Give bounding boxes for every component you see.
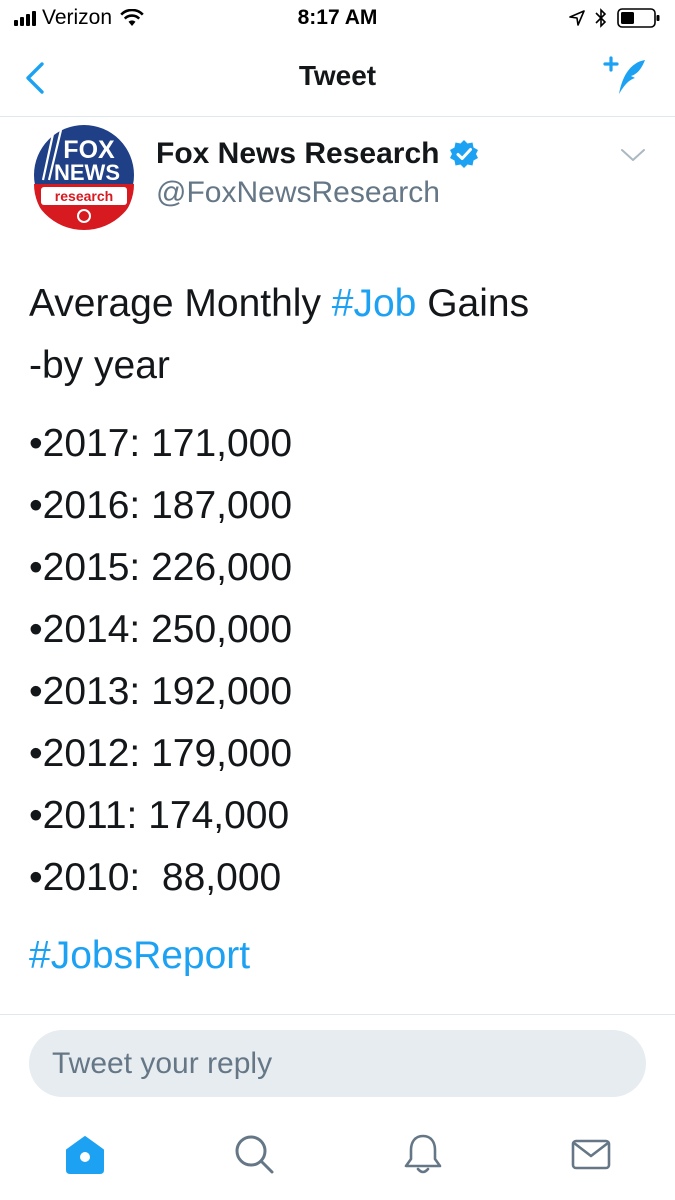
author-name-text: Fox News Research: [156, 137, 440, 170]
tweet-line-1: Average Monthly #Job Gains: [29, 273, 649, 335]
search-icon[interactable]: [232, 1132, 276, 1176]
battery-icon: [617, 8, 660, 28]
fox-news-logo-icon: FOX NEWS research: [29, 120, 139, 230]
list-item: •2010: 88,000: [29, 856, 282, 899]
author-name[interactable]: Fox News Research: [156, 137, 479, 171]
avatar-text-news: NEWS: [54, 160, 120, 185]
status-bar: Verizon 8:17 AM: [0, 0, 675, 38]
tweet-text: Average Monthly #Job Gains -by year •201…: [29, 273, 649, 987]
notifications-icon[interactable]: [401, 1132, 445, 1176]
messages-icon[interactable]: [569, 1132, 613, 1176]
home-icon[interactable]: [63, 1132, 107, 1176]
nav-bar: Tweet: [0, 38, 675, 117]
avatar[interactable]: FOX NEWS research: [29, 120, 139, 230]
reply-input[interactable]: Tweet your reply: [29, 1030, 646, 1097]
tab-bar: [0, 1112, 675, 1200]
divider: [0, 1014, 675, 1015]
author-handle[interactable]: @FoxNewsResearch: [156, 176, 440, 210]
avatar-text-research: research: [55, 188, 113, 204]
list-item: •2016: 187,000: [29, 484, 293, 527]
bluetooth-icon: [595, 8, 607, 28]
list-item: •2013: 192,000: [29, 670, 293, 713]
status-bar-right: [569, 7, 661, 29]
location-arrow-icon: [569, 10, 585, 26]
hashtag-job-link[interactable]: #Job: [332, 282, 417, 325]
tweet-line-1-pre: Average Monthly: [29, 282, 332, 325]
list-item: •2011: 174,000: [29, 794, 290, 837]
compose-tweet-icon[interactable]: [603, 54, 649, 100]
list-item: •2014: 250,000: [29, 608, 293, 651]
chevron-down-icon[interactable]: [619, 143, 647, 167]
list-item: •2012: 179,000: [29, 732, 293, 775]
verified-badge-icon: [450, 140, 479, 168]
tweet-line-2: -by year: [29, 344, 170, 387]
page-title: Tweet: [298, 60, 377, 91]
tweet-line-1-post: Gains: [416, 282, 530, 325]
list-item: •2015: 226,000: [29, 546, 293, 589]
hashtag-jobsreport-link[interactable]: #JobsReport: [29, 925, 649, 987]
list-item: •2017: 171,000: [29, 422, 293, 465]
